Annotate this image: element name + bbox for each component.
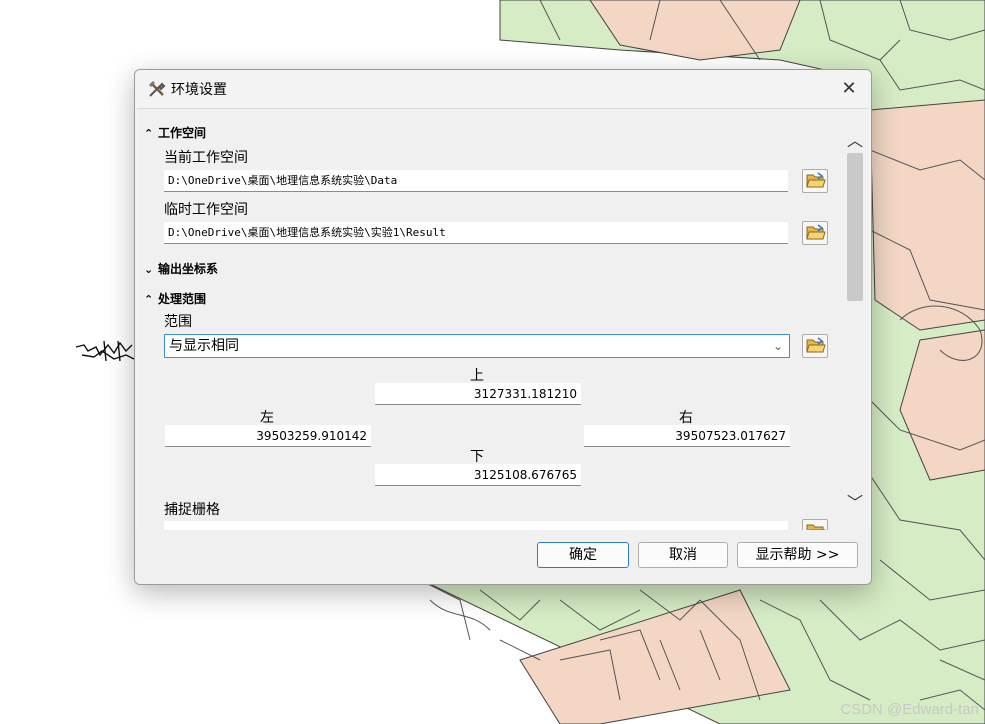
extent-right-label: 右 [679,410,693,426]
section-title: 输出坐标系 [158,262,219,276]
scratch-workspace-input[interactable]: D:\OneDrive\桌面\地理信息系统实验\实验1\Result [164,222,788,244]
snap-raster-input[interactable] [164,521,788,530]
cancel-button[interactable]: 取消 [638,542,728,568]
scrollbar-thumb[interactable] [847,153,863,301]
extent-bottom-input[interactable]: 3125108.676765 [375,464,581,486]
close-icon[interactable]: ✕ [837,78,861,100]
scroll-up-icon[interactable]: ︿ [847,127,863,151]
map-parcel-2 [869,99,985,331]
dialog-titlebar[interactable]: 环境设置 ✕ [135,70,871,108]
folder-open-icon [806,224,826,240]
tools-icon [147,79,167,99]
extent-top-input[interactable]: 3127331.181210 [375,383,581,405]
section-workspace-header[interactable]: ⌃ 工作空间 [144,124,206,141]
extent-left-input[interactable]: 39503259.910142 [165,425,371,447]
browse-snap-raster-button[interactable] [802,519,828,530]
stray-map-feature [75,340,135,362]
snap-raster-label: 捕捉栅格 [164,502,220,518]
section-output-coords-header[interactable]: ⌄ 输出坐标系 [144,260,218,277]
scroll-down-icon[interactable]: ﹀ [847,489,863,513]
show-help-button[interactable]: 显示帮助 >> [737,542,858,568]
current-workspace-label: 当前工作空间 [164,150,248,166]
ok-button[interactable]: 确定 [537,542,629,568]
folder-open-icon [806,524,826,530]
extent-top-label: 上 [470,368,484,384]
extent-right-input[interactable]: 39507523.017627 [584,425,790,447]
watermark-text: CSDN @Edward-tan [840,701,979,718]
expand-chevron-icon: ⌄ [144,263,154,276]
extent-selected-value: 与显示相同 [169,338,239,354]
browse-extent-button[interactable] [802,334,828,358]
extent-bottom-label: 下 [470,449,484,465]
extent-label: 范围 [164,314,192,330]
scratch-workspace-label: 临时工作空间 [164,202,248,218]
section-processing-extent-header[interactable]: ⌃ 处理范围 [144,290,206,307]
vertical-scrollbar[interactable]: ︿ ﹀ [843,109,865,530]
collapse-chevron-icon: ⌃ [144,293,154,306]
extent-left-label: 左 [260,410,274,426]
environment-settings-dialog: 环境设置 ✕ ⌃ 工作空间 当前工作空间 D:\OneDrive\桌面\地理信息系… [134,69,872,585]
dialog-title: 环境设置 [171,82,227,98]
collapse-chevron-icon: ⌃ [144,127,154,140]
section-title: 工作空间 [158,126,207,140]
browse-scratch-workspace-button[interactable] [802,221,828,245]
current-workspace-input[interactable]: D:\OneDrive\桌面\地理信息系统实验\Data [164,170,788,192]
dialog-footer: 确定 取消 显示帮助 >> [135,530,871,584]
folder-open-icon [806,172,826,188]
settings-content-panel: ⌃ 工作空间 当前工作空间 D:\OneDrive\桌面\地理信息系统实验\Dat… [137,108,869,530]
section-title: 处理范围 [158,292,207,306]
chevron-down-icon: ⌄ [772,339,783,353]
browse-current-workspace-button[interactable] [802,169,828,193]
map-parcel-1 [589,0,801,61]
folder-open-icon [806,337,826,353]
extent-dropdown[interactable]: 与显示相同 ⌄ [164,334,790,358]
